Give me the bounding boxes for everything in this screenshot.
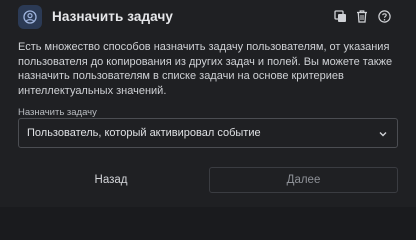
panel-header: Назначить задачу: [0, 0, 416, 34]
description-text: Есть множество способов назначить задачу…: [18, 41, 393, 97]
trash-icon: [357, 9, 367, 23]
help-icon: [377, 9, 391, 23]
copy-icon: [333, 9, 346, 22]
panel-title: Назначить задачу: [52, 9, 173, 24]
help-button[interactable]: [376, 8, 392, 24]
user-circle-icon: [18, 5, 42, 29]
delete-button[interactable]: [354, 8, 370, 24]
assign-task-select[interactable]: Пользователь, который активировал событи…: [18, 118, 398, 148]
assign-task-select-value: Пользователь, который активировал событи…: [27, 127, 261, 139]
chevron-down-icon: [379, 132, 387, 137]
assign-task-panel: Назначить задачу Есть множество способов: [0, 0, 416, 207]
back-button[interactable]: Назад: [18, 167, 204, 193]
assign-field-label: Назначить задачу: [18, 107, 97, 118]
next-button[interactable]: Далее: [209, 167, 398, 193]
copy-button[interactable]: [332, 8, 348, 24]
